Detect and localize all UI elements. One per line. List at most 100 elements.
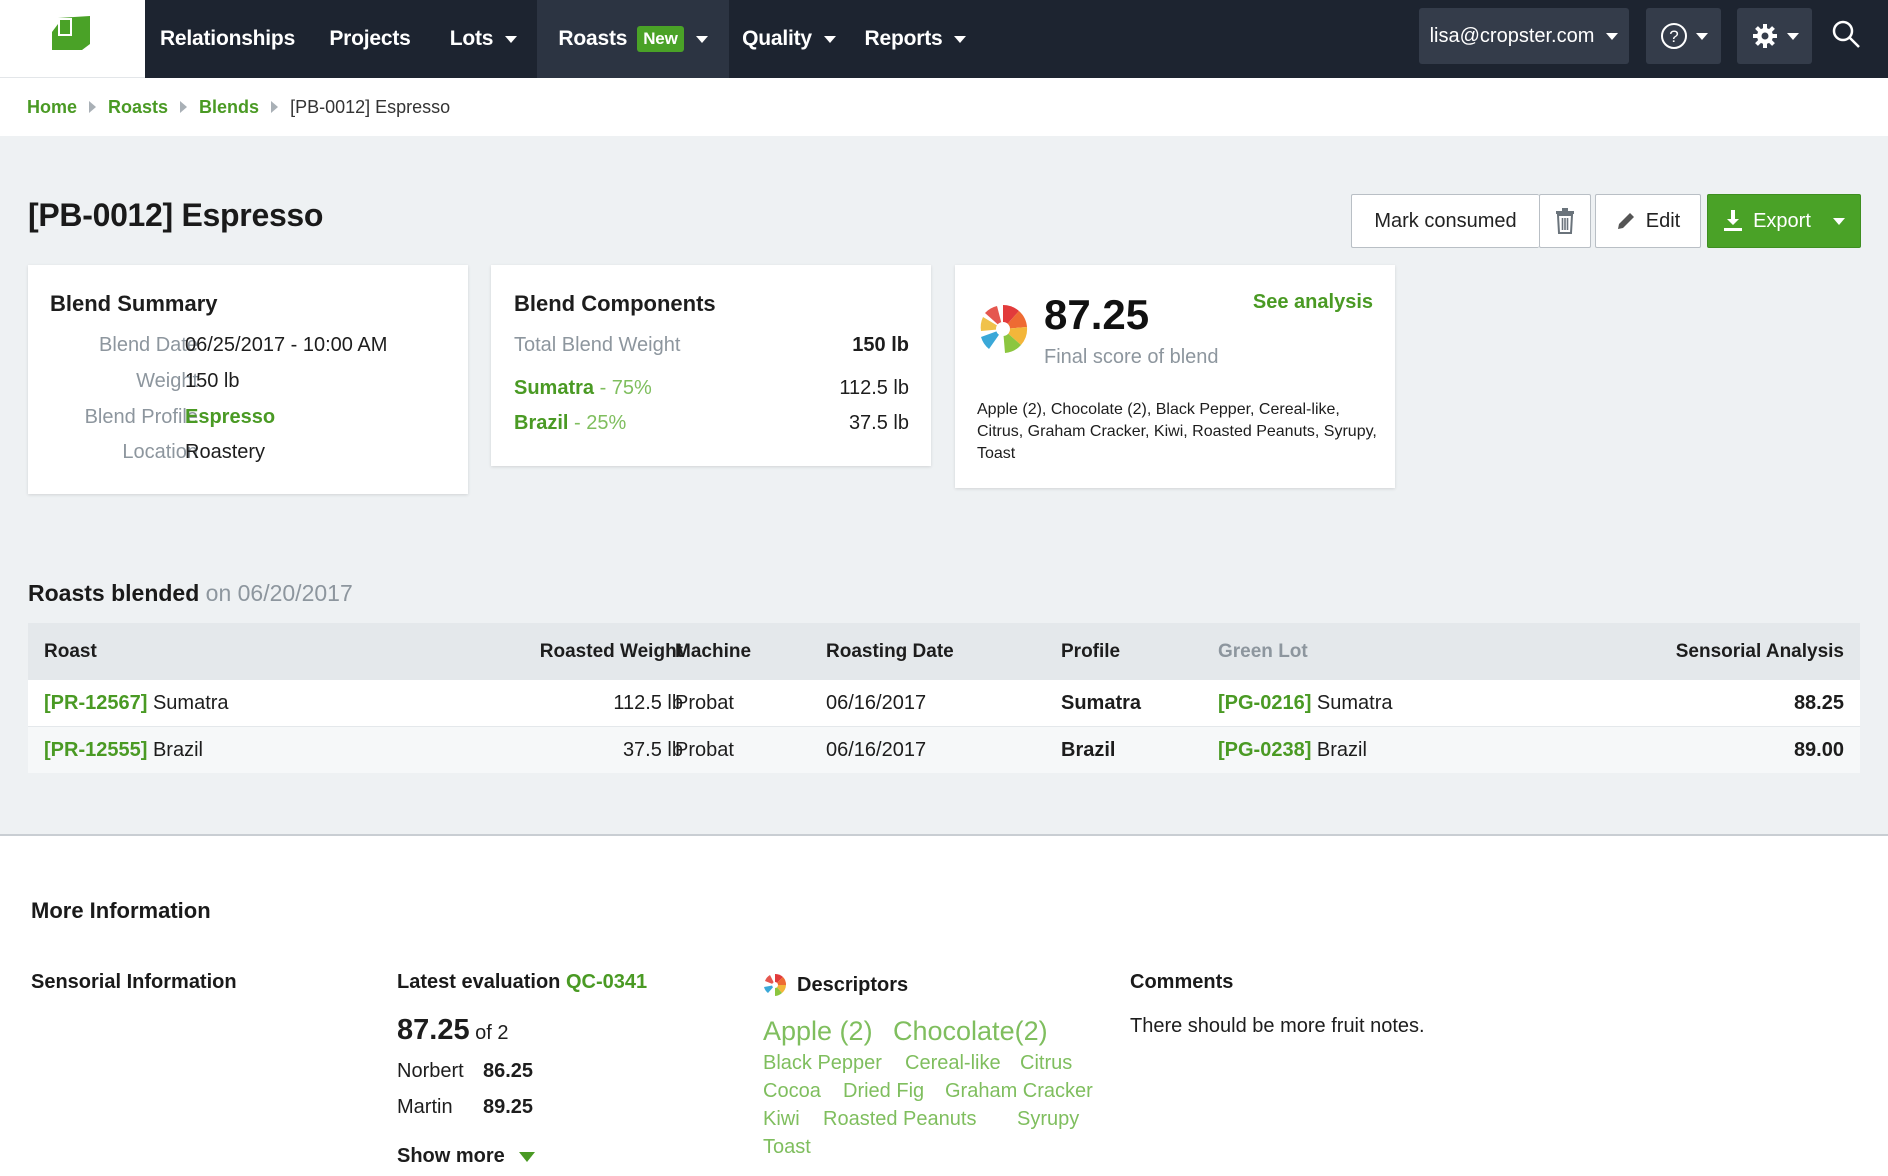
question-circle-icon: ? [1660, 23, 1687, 49]
card-title: Blend Summary [50, 291, 218, 316]
main-content: [PB-0012] Espresso Mark consumed Edit Ex… [0, 136, 1888, 836]
component-link[interactable]: Brazil [514, 412, 568, 434]
col-machine[interactable]: Machine [675, 641, 751, 663]
descriptor-tag: Syrupy [1017, 1108, 1080, 1130]
machine: Probat [675, 692, 734, 714]
green-lot-link[interactable]: [PG-0216] [1218, 692, 1311, 714]
pencil-icon [1617, 213, 1634, 229]
blend-summary-card: Blend Summary Blend Date 06/25/2017 - 10… [28, 265, 468, 494]
col-sensorial-analysis[interactable]: Sensorial Analysis [1676, 641, 1844, 663]
component-link[interactable]: Sumatra [514, 377, 594, 399]
evaluation-id-link[interactable]: QC-0341 [566, 971, 647, 993]
component-row: Sumatra - 75% [514, 377, 652, 400]
descriptors-heading: Descriptors [763, 973, 908, 997]
sensorial-score-link[interactable]: 89.00 [1794, 739, 1844, 762]
breadcrumb-home[interactable]: Home [27, 97, 77, 118]
nav-lots[interactable]: Lots [430, 0, 537, 78]
col-green-lot[interactable]: Green Lot [1218, 641, 1308, 663]
comment-text: There should be more fruit notes. [1130, 1015, 1425, 1037]
col-roast[interactable]: Roast [44, 641, 97, 663]
help-menu[interactable]: ? [1646, 8, 1721, 64]
roast-id-link[interactable]: [PR-12567] [44, 692, 147, 714]
evaluator-score: 89.25 [483, 1096, 534, 1118]
sensorial-score-link[interactable]: 88.25 [1794, 692, 1844, 715]
chevron-down-icon [1786, 32, 1799, 40]
chevron-right-icon [271, 101, 279, 113]
button-label: Export [1753, 209, 1811, 232]
descriptor-tag: Apple (2) [763, 1016, 873, 1046]
descriptor-tag: Cocoa [763, 1080, 821, 1102]
chevron-down-icon [1832, 217, 1845, 225]
evaluation-score: 87.25 of 2 [397, 1014, 509, 1047]
breadcrumb-blends[interactable]: Blends [199, 97, 259, 118]
blend-profile-link[interactable]: Espresso [185, 406, 275, 429]
green-lot-link[interactable]: [PG-0238] [1218, 739, 1311, 761]
nav-label: Lots [449, 27, 494, 50]
show-more-label: Show more [397, 1145, 505, 1167]
chevron-down-icon [954, 35, 967, 43]
roast-id-link[interactable]: [PR-12555] [44, 739, 147, 761]
blend-date-label: Blend Date [99, 334, 198, 356]
roasted-weight: 37.5 lb [622, 739, 683, 761]
delete-button[interactable] [1539, 194, 1591, 248]
nav-reports[interactable]: Reports [849, 0, 982, 78]
section-title-text: Roasts blended [28, 580, 200, 606]
evaluator-score: 86.25 [483, 1060, 534, 1082]
settings-menu[interactable] [1737, 8, 1812, 64]
descriptor-tag: Toast [763, 1136, 811, 1158]
user-menu[interactable]: lisa@cropster.com [1419, 8, 1629, 64]
latest-evaluation-heading: Latest evaluation QC-0341 [397, 971, 647, 994]
user-email: lisa@cropster.com [1429, 24, 1595, 47]
descriptor-tag: Citrus [1020, 1052, 1073, 1074]
chevron-right-icon [89, 101, 97, 113]
chevron-down-icon [518, 1151, 535, 1162]
search-button[interactable] [1830, 18, 1870, 58]
show-more-button[interactable]: Show more [397, 1145, 535, 1168]
roasts-table: Roast Roasted Weight Machine Roasting Da… [28, 623, 1860, 773]
edit-button[interactable]: Edit [1595, 194, 1701, 248]
descriptor-tag: Kiwi [763, 1108, 800, 1130]
export-button[interactable]: Export [1707, 194, 1861, 248]
latest-evaluation-label: Latest evaluation [397, 971, 561, 993]
component-pct: - 75% [594, 377, 652, 399]
nav-label: Quality [742, 27, 812, 50]
score-subtitle: Final score of blend [1044, 346, 1219, 368]
component-weight: 112.5 lb [839, 377, 909, 399]
col-roasted-weight[interactable]: Roasted Weight [540, 641, 683, 663]
profile-link[interactable]: Sumatra [1061, 692, 1141, 715]
new-badge: New [637, 26, 684, 52]
location-value: Roastery [185, 441, 266, 463]
blend-score: 87.25 [1044, 291, 1150, 338]
chevron-down-icon [505, 35, 518, 43]
col-profile[interactable]: Profile [1061, 641, 1120, 663]
section-title-date: on 06/20/2017 [205, 580, 353, 606]
breadcrumb-roasts[interactable]: Roasts [108, 97, 168, 118]
chevron-down-icon [1695, 32, 1708, 40]
nav-quality[interactable]: Quality [729, 0, 849, 78]
nav-relationships[interactable]: Relationships [145, 0, 310, 78]
profile-link[interactable]: Brazil [1061, 739, 1115, 762]
descriptor-tag: Roasted Peanuts [823, 1108, 977, 1130]
see-analysis-link[interactable]: See analysis [1253, 291, 1373, 314]
mark-consumed-button[interactable]: Mark consumed [1351, 194, 1539, 248]
svg-text:?: ? [1669, 27, 1678, 46]
nav-projects[interactable]: Projects [310, 0, 430, 78]
flavor-wheel-icon [764, 973, 787, 996]
weight-value: 150 lb [185, 370, 240, 392]
nav-roasts[interactable]: Roasts New [537, 0, 729, 78]
col-roasting-date[interactable]: Roasting Date [826, 641, 954, 663]
chevron-down-icon [823, 35, 836, 43]
nav-label: Roasts [558, 27, 628, 50]
weight-label: Weight [136, 370, 198, 392]
nav-label: Relationships [159, 27, 296, 50]
component-weight: 37.5 lb [848, 412, 909, 434]
roasts-blended-title: Roasts blended on 06/20/2017 [28, 580, 353, 607]
logo[interactable] [0, 0, 145, 78]
descriptor-tag: Black Pepper [763, 1052, 882, 1074]
more-information: More Information Sensorial Information L… [0, 836, 1888, 1176]
flavor-wheel-icon [980, 304, 1028, 353]
gear-icon [1752, 24, 1777, 48]
search-icon [1832, 20, 1860, 48]
nav-label: Projects [329, 27, 411, 50]
roasting-date: 06/16/2017 [826, 692, 927, 714]
